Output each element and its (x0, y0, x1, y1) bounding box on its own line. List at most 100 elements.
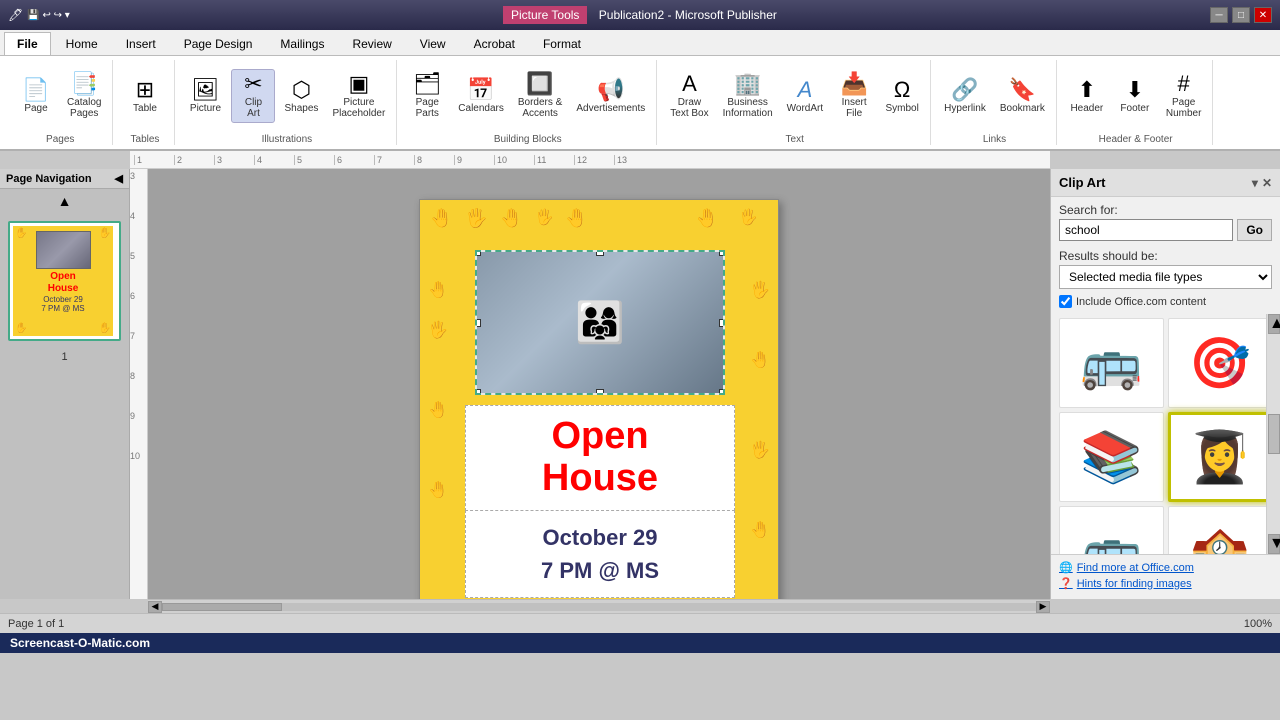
borders-accents-button[interactable]: 🔲 Borders &Accents (513, 70, 567, 122)
maximize-button[interactable]: □ (1232, 7, 1250, 23)
wordart-button[interactable]: A WordArt (782, 76, 829, 117)
minimize-button[interactable]: ─ (1210, 7, 1228, 23)
ribbon-tab-bar: File Home Insert Page Design Mailings Re… (0, 30, 1280, 56)
h-scroll-thumb[interactable] (162, 603, 282, 611)
handprint-l3: 🤚 (428, 400, 448, 420)
picture-button[interactable]: 🖼 Picture (183, 76, 227, 117)
advertisements-button[interactable]: 📢 Advertisements (571, 76, 650, 117)
page-nav-collapse-icon[interactable]: ◀ (115, 172, 123, 185)
page-nav-scroll-up[interactable]: ▲ (58, 193, 72, 209)
canvas-section: 3 4 5 6 7 8 9 10 🤚 🖐 🤚 🖐 🤚 🤚 🖐 (130, 169, 1050, 599)
insert-file-button[interactable]: 📥 InsertFile (832, 70, 876, 122)
tab-mailings[interactable]: Mailings (267, 32, 337, 55)
tab-page-design[interactable]: Page Design (171, 32, 266, 55)
calendars-button[interactable]: 📅 Calendars (453, 76, 509, 117)
titlebar-controls[interactable]: ─ □ ✕ (1210, 7, 1272, 23)
clip-art-item-bus-1[interactable]: 🚌 (1059, 318, 1164, 408)
handle-tr[interactable] (719, 250, 725, 256)
include-checkbox[interactable] (1059, 295, 1072, 308)
page-number: 1 (0, 351, 129, 363)
clip-art-close-button[interactable]: ✕ (1262, 176, 1272, 190)
handprint-t5: 🤚 (565, 208, 587, 229)
business-info-button[interactable]: 🏢 BusinessInformation (718, 70, 778, 122)
table-button[interactable]: ⊞ Table (123, 76, 167, 117)
clip-art-item-books[interactable]: 📚 (1059, 412, 1164, 502)
ribbon-group-header-footer: ⬆ Header ⬇ Footer # PageNumber Header & … (1059, 60, 1214, 145)
symbol-button[interactable]: Ω Symbol (880, 76, 924, 117)
catalog-pages-icon: 📑 (71, 73, 98, 95)
scroll-thumb[interactable] (1268, 414, 1280, 454)
tab-acrobat[interactable]: Acrobat (461, 32, 528, 55)
close-button[interactable]: ✕ (1254, 7, 1272, 23)
photo-content: 👨‍👩‍👧 (575, 299, 625, 346)
clip-art-scrollbar[interactable]: ▲ ▼ (1266, 314, 1280, 554)
go-button[interactable]: Go (1237, 219, 1272, 241)
tab-review[interactable]: Review (339, 32, 404, 55)
hints-link[interactable]: ❓ Hints for finding images (1059, 577, 1272, 590)
handle-bl[interactable] (475, 389, 481, 395)
page-number-button[interactable]: # PageNumber (1161, 70, 1207, 122)
symbol-icon: Ω (894, 79, 910, 101)
clip-art-item-graduates[interactable]: 👩‍🎓 (1168, 412, 1273, 502)
h-scroll-track[interactable] (162, 603, 1036, 611)
tab-view[interactable]: View (407, 32, 459, 55)
page-thumbnail[interactable]: ✋ ✋ ✋ ✋ OpenHouse October 297 PM @ MS (8, 221, 121, 341)
clip-art-item-building[interactable]: 🏫 (1168, 506, 1273, 554)
bookmark-button[interactable]: 🔖 Bookmark (995, 76, 1050, 117)
handprint-tr1: 🤚 (696, 208, 718, 229)
photo-placeholder[interactable]: 👨‍👩‍👧 (475, 250, 725, 395)
tab-file[interactable]: File (4, 32, 51, 55)
draw-text-box-button[interactable]: A DrawText Box (665, 70, 713, 122)
tab-insert[interactable]: Insert (113, 32, 169, 55)
shapes-button[interactable]: ⬡ Shapes (279, 76, 323, 117)
office-link[interactable]: 🌐 Find more at Office.com (1059, 561, 1272, 574)
results-dropdown[interactable]: Selected media file types (1059, 265, 1272, 289)
date-textbox[interactable]: October 29 7 PM @ MS (465, 510, 735, 598)
page-button[interactable]: 📄 Page (14, 76, 58, 117)
handle-bc[interactable] (596, 389, 604, 395)
clip-art-item-bus-2[interactable]: 🚌 (1059, 506, 1164, 554)
clip-art-item-emblem[interactable]: 🎯 (1168, 318, 1273, 408)
page-icon: 📄 (22, 79, 49, 101)
clip-art-button[interactable]: ✂ ClipArt (231, 69, 275, 123)
hyperlink-icon: 🔗 (951, 79, 978, 101)
scroll-thumb-up[interactable]: ▲ (1268, 314, 1280, 334)
picture-placeholder-button[interactable]: ▣ PicturePlaceholder (327, 70, 390, 122)
footer-links: 🌐 Find more at Office.com ❓ Hints for fi… (1051, 554, 1280, 599)
handle-mr[interactable] (719, 319, 725, 327)
tab-format[interactable]: Format (530, 32, 594, 55)
thumb-open-house: OpenHouse (13, 271, 113, 295)
handle-br[interactable] (719, 389, 725, 395)
titlebar-left: 🖊 💾 ↩ ↪ ▾ (8, 8, 70, 22)
horizontal-scrollbar[interactable]: ◀ ▶ (148, 599, 1050, 613)
scroll-thumb-down[interactable]: ▼ (1268, 534, 1280, 554)
catalog-pages-button[interactable]: 📑 CatalogPages (62, 70, 106, 122)
tab-home[interactable]: Home (53, 32, 111, 55)
handle-tl[interactable] (475, 250, 481, 256)
canvas-area[interactable]: 🤚 🖐 🤚 🖐 🤚 🤚 🖐 🤚 🖐 🤚 🖐 🤚 🖐 🤚 🖐 🤚 🤚 (148, 169, 1050, 599)
footer-button[interactable]: ⬇ Footer (1113, 76, 1157, 117)
picture-tools-badge: Picture Tools (503, 6, 587, 24)
page-parts-button[interactable]: 🗂 PageParts (405, 70, 449, 122)
handle-ml[interactable] (475, 319, 481, 327)
header-button[interactable]: ⬆ Header (1065, 76, 1109, 117)
building-blocks-label: Building Blocks (494, 134, 562, 145)
insert-file-icon: 📥 (840, 73, 867, 95)
h-scroll-left[interactable]: ◀ (148, 601, 162, 613)
bottom-bar-text: Screencast-O-Matic.com (10, 636, 150, 650)
hyperlink-button[interactable]: 🔗 Hyperlink (939, 76, 991, 117)
open-house-textbox[interactable]: Open House (465, 405, 735, 511)
ribbon-group-illustrations: 🖼 Picture ✂ ClipArt ⬡ Shapes ▣ PicturePl… (177, 60, 397, 145)
clip-art-header-controls[interactable]: ▾ ✕ (1252, 176, 1272, 190)
handprint-tr2: 🖐 (739, 208, 758, 226)
page-navigation-panel: Page Navigation ◀ ▲ ✋ ✋ ✋ ✋ OpenHouse Oc… (0, 169, 130, 599)
bottom-bar: Screencast-O-Matic.com (0, 633, 1280, 653)
illustrations-label: Illustrations (262, 134, 313, 145)
thumb-photo (36, 231, 91, 269)
search-input[interactable] (1059, 219, 1233, 241)
page-nav-title: Page Navigation (6, 173, 92, 185)
clip-art-collapse-button[interactable]: ▾ (1252, 176, 1258, 190)
handle-tc[interactable] (596, 250, 604, 256)
h-scroll-right[interactable]: ▶ (1036, 601, 1050, 613)
open-house-text: Open House (471, 416, 729, 500)
